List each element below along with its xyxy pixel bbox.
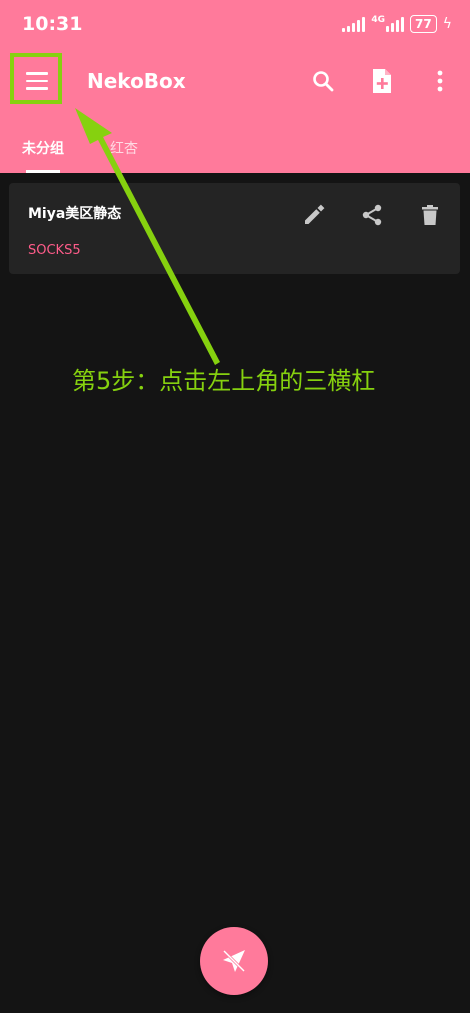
search-button[interactable] xyxy=(304,62,342,100)
network-indicator: 4G xyxy=(371,15,405,32)
share-button[interactable] xyxy=(354,197,390,233)
status-time: 10:31 xyxy=(22,13,83,35)
group-tabs: 未分组 红杏 xyxy=(0,122,152,173)
profile-type: SOCKS5 xyxy=(28,243,81,258)
status-bar: 10:31 4G 77 ϟ xyxy=(0,0,470,48)
top-app-bar: 10:31 4G 77 ϟ NekoBox 未分组 红杏 xyxy=(0,0,470,173)
signal-4g-icon xyxy=(386,16,405,32)
profile-name: Miya美区静态 xyxy=(28,206,122,222)
connect-fab[interactable] xyxy=(200,927,268,995)
battery-indicator: 77 xyxy=(410,15,437,33)
signal-icon xyxy=(342,16,366,32)
app-title: NekoBox xyxy=(87,69,186,93)
network-label: 4G xyxy=(371,15,386,25)
share-icon xyxy=(362,204,382,226)
menu-highlight-box xyxy=(10,53,62,104)
profile-card[interactable]: Miya美区静态 SOCKS5 xyxy=(9,183,460,274)
search-icon xyxy=(313,71,334,92)
add-file-icon xyxy=(373,69,391,93)
tab-ungrouped[interactable]: 未分组 xyxy=(8,122,78,173)
delete-button[interactable] xyxy=(412,197,448,233)
instruction-text: 第5步：点击左上角的三横杠 xyxy=(72,367,376,395)
add-profile-button[interactable] xyxy=(363,62,401,100)
more-vert-icon xyxy=(437,70,443,92)
delete-icon xyxy=(422,205,438,225)
status-icons: 4G 77 ϟ xyxy=(342,14,452,34)
more-options-button[interactable] xyxy=(421,62,459,100)
tab-hongxing[interactable]: 红杏 xyxy=(96,122,152,173)
edit-button[interactable] xyxy=(296,197,332,233)
edit-icon xyxy=(305,204,325,224)
connect-plane-icon xyxy=(222,949,246,973)
charging-icon: ϟ xyxy=(442,16,452,32)
